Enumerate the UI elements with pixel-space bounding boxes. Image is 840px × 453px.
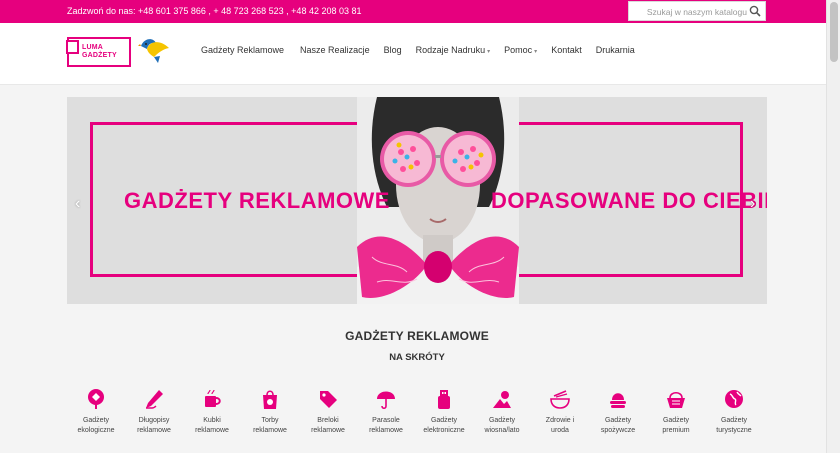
luma-gadzety-logo[interactable]: LUMA GADŻETY xyxy=(66,37,131,67)
hero-headline-right: DOPASOWANE DO CIEBIE xyxy=(491,188,767,213)
nav-pomoc[interactable]: Pomoc ▾ xyxy=(504,45,537,55)
category-label: Parasole reklamowe xyxy=(369,417,403,434)
usb-icon xyxy=(438,390,450,409)
sun-icon xyxy=(493,391,511,408)
mug-icon xyxy=(205,389,221,407)
caret-down-icon: ▾ xyxy=(534,49,538,55)
category-label: Długopisy reklamowe xyxy=(137,417,171,434)
nav-kontakt[interactable]: Kontakt xyxy=(551,45,582,55)
category-gadzety-spozywcze[interactable]: Gadżety spożywcze xyxy=(589,388,647,435)
category-gadzety-premium[interactable]: Gadżety premium xyxy=(647,388,705,435)
section-subtitle: NA SKRÓTY xyxy=(389,352,445,363)
category-label: Gadżety elektroniczne xyxy=(423,417,465,434)
caret-down-icon: ▾ xyxy=(487,49,491,55)
logo-cup-icon xyxy=(66,40,79,54)
slider-prev-arrow-icon[interactable]: ‹ xyxy=(75,195,80,213)
bowl-icon xyxy=(550,390,570,409)
category-gadzety-ekologiczne[interactable]: Gadżety ekologiczne xyxy=(67,388,125,435)
category-label: Gadżety turystyczne xyxy=(716,417,752,434)
nav-label: Gadżety Reklamowe xyxy=(201,45,285,55)
hero-headline-left: GADŻETY REKLAMOWE xyxy=(124,188,390,213)
nav-drukarnia[interactable]: Drukarnia xyxy=(596,45,635,55)
category-label: Gadżety ekologiczne xyxy=(77,417,115,434)
search-input[interactable] xyxy=(633,4,747,19)
slider-next-arrow-icon[interactable]: › xyxy=(750,195,755,213)
top-contact-bar: Zadzwoń do nas: +48 601 375 866 , + 48 7… xyxy=(0,0,826,23)
category-label: Kubki reklamowe xyxy=(195,417,229,434)
logo-line1: LUMA xyxy=(82,44,104,51)
category-label: Gadżety spożywcze xyxy=(600,417,636,434)
category-zdrowie-i-uroda[interactable]: Zdrowie i uroda xyxy=(531,388,589,435)
search-icon[interactable] xyxy=(749,5,761,17)
umbrella-icon xyxy=(377,391,395,410)
main-navigation: Gadżety Reklamowe Nasze Realizacje Blog … xyxy=(201,45,635,55)
nav-label: Nasze Realizacje xyxy=(300,45,370,55)
category-label: Torby reklamowe xyxy=(253,417,287,434)
nav-gadzety-reklamowe[interactable]: Gadżety Reklamowe xyxy=(201,45,284,55)
category-breloki-reklamowe[interactable]: Breloki reklamowe xyxy=(299,388,357,435)
basket-icon xyxy=(667,391,685,408)
category-gadzety-turystyczne[interactable]: Gadżety turystyczne xyxy=(705,388,763,435)
food-icon xyxy=(610,393,626,408)
logo-line2: GADŻETY xyxy=(82,52,117,59)
pen-icon xyxy=(146,390,163,409)
nav-rodzaje-nadruku[interactable]: Rodzaje Nadruku ▾ xyxy=(416,45,491,55)
site-header: LUMA GADŻETY Gadżety Reklamowe Nasze Rea… xyxy=(0,23,826,85)
phone-numbers: Zadzwoń do nas: +48 601 375 866 , + 48 7… xyxy=(67,6,362,16)
bag-icon xyxy=(263,390,277,409)
category-parasole-reklamowe[interactable]: Parasole reklamowe xyxy=(357,388,415,435)
category-label: Breloki reklamowe xyxy=(311,417,345,434)
nav-label: Pomoc xyxy=(504,45,533,55)
nav-label: Drukarnia xyxy=(595,45,635,55)
category-gadzety-elektroniczne[interactable]: Gadżety elektroniczne xyxy=(415,388,473,435)
tree-icon xyxy=(88,389,104,409)
page-scrollbar[interactable] xyxy=(826,0,840,453)
scrollbar-thumb[interactable] xyxy=(830,2,838,62)
globe-icon xyxy=(725,390,743,408)
search-box[interactable] xyxy=(628,1,766,21)
nav-label: Kontakt xyxy=(551,45,582,55)
nav-label: Rodzaje Nadruku xyxy=(415,45,486,55)
category-gadzety-wiosna-lato[interactable]: Gadżety wiosna/lato xyxy=(473,388,531,435)
category-label: Zdrowie i uroda xyxy=(545,417,575,434)
tag-icon xyxy=(320,391,337,408)
nav-nasze-realizacje[interactable]: Nasze Realizacje xyxy=(300,45,370,55)
category-shortcuts: Gadżety ekologiczne Długopisy reklamowe Ku… xyxy=(67,388,767,453)
hero-slider[interactable]: GADŻETY REKLAMOWE DOPASOWANE DO CIEBIE xyxy=(67,97,767,304)
category-kubki-reklamowe[interactable]: Kubki reklamowe xyxy=(183,388,241,435)
section-title: GADŻETY REKLAMOWE xyxy=(345,329,489,343)
category-torby-reklamowe[interactable]: Torby reklamowe xyxy=(241,388,299,435)
category-label: Gadżety wiosna/lato xyxy=(484,417,520,434)
category-label: Gadżety premium xyxy=(662,417,690,434)
nav-blog[interactable]: Blog xyxy=(384,45,402,55)
bird-icon xyxy=(138,39,169,63)
nav-label: Blog xyxy=(383,45,402,55)
category-dlugopisy-reklamowe[interactable]: Długopisy reklamowe xyxy=(125,388,183,435)
logo-text: LUMA GADŻETY xyxy=(82,44,117,60)
